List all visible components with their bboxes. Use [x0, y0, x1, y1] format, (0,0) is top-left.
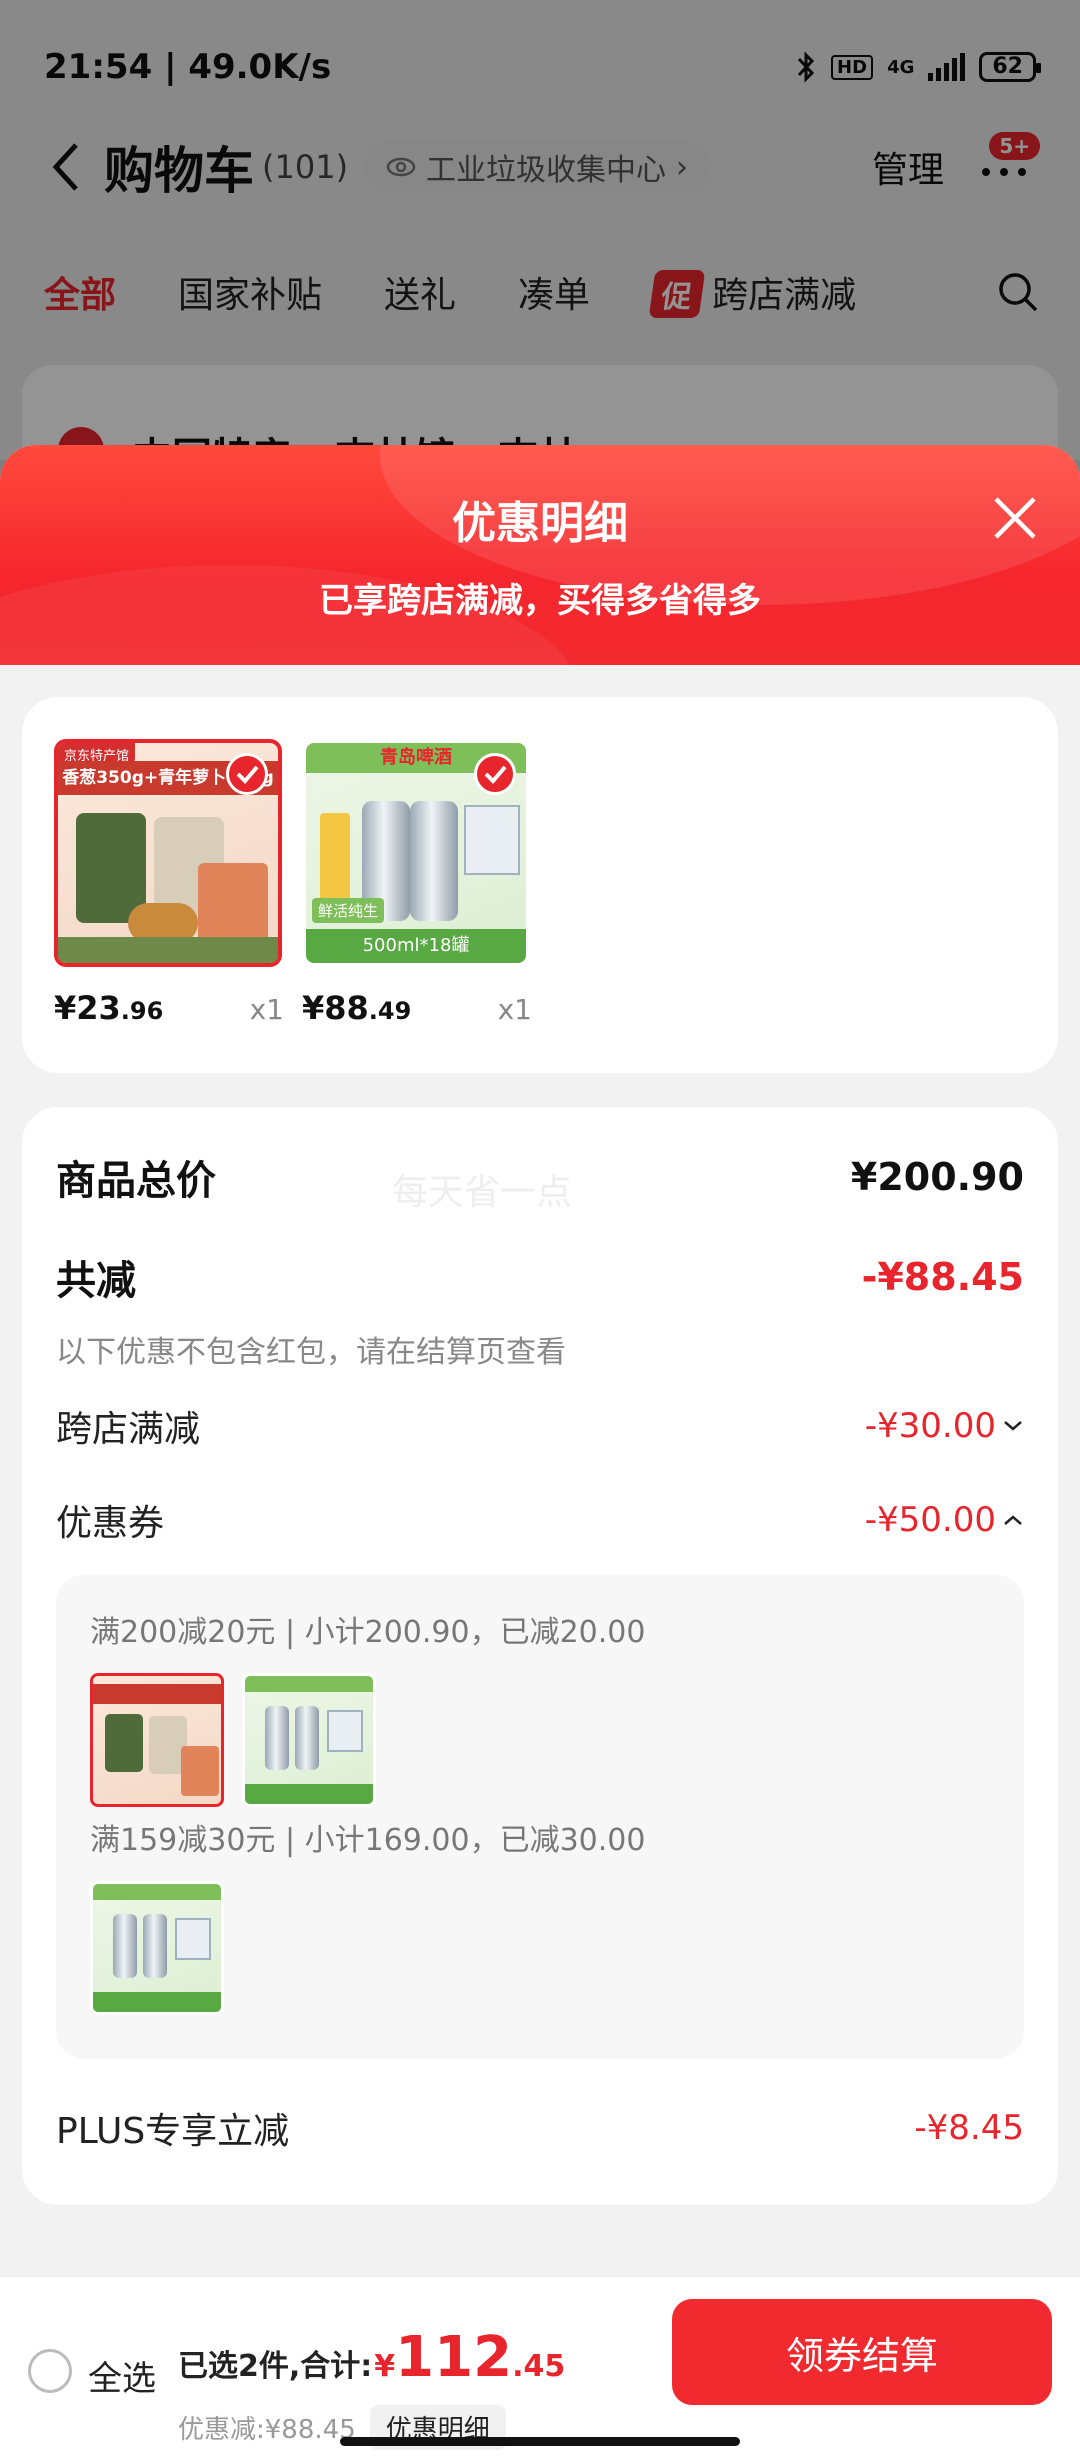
discount-text: 优惠减:¥88.45 — [178, 2415, 356, 2445]
discount-detail-card: 商品总价 ¥200.90 每天省一点 共减 -¥88.45 以下优惠不包含红包，… — [22, 1107, 1058, 2205]
product-quantity: x1 — [249, 993, 284, 1026]
sheet-subtitle: 已享跨店满减，买得多省得多 — [319, 581, 761, 621]
total-reduce-value: -¥88.45 — [861, 1255, 1024, 1299]
product-price: ¥88.49 — [302, 989, 411, 1027]
thumb-band — [245, 1784, 373, 1804]
plus-discount-row: PLUS专享立减 -¥8.45 — [56, 2093, 1024, 2163]
beer-can — [265, 1706, 289, 1770]
cross-store-value: -¥30.00 — [864, 1406, 996, 1446]
product-thumbnail[interactable] — [242, 1673, 376, 1807]
chevron-up-icon — [1004, 1515, 1022, 1525]
food-photo — [181, 1746, 219, 1796]
cart-page-background: 21:54 | 49.0K/s HD 4G 62 购物车 (101) 工业垃圾收… — [0, 0, 1080, 525]
price-decimal: .96 — [120, 997, 164, 1025]
total-summary: 已选2件,合计: ¥ 112 .45 — [178, 2325, 565, 2390]
coupon-rule: 满200减20元 | 小计200.90，已减20.00 — [90, 1615, 646, 1650]
product-item[interactable]: 青岛啤酒 鲜活纯生 500ml*18罐 ¥88.49 x1 — [302, 739, 532, 1027]
total-reduce-row: 共减 -¥88.45 — [56, 1237, 1024, 1317]
product-image[interactable]: 京东特产馆 香葱350g+青年萝卜400g — [54, 739, 282, 967]
thumb-band — [93, 1684, 221, 1704]
beer-can — [113, 1914, 137, 1978]
product-band: 500ml*18罐 — [306, 929, 526, 963]
checkout-button[interactable]: 领券结算 — [672, 2299, 1052, 2405]
select-all-label[interactable]: 全选 — [88, 2351, 156, 2400]
thumb-band — [93, 1884, 221, 1900]
coupon-row[interactable]: 优惠券 -¥50.00 — [56, 1485, 1024, 1555]
product-bag — [105, 1714, 143, 1772]
total-decimal: .45 — [512, 2349, 566, 2384]
product-thumbnail[interactable] — [90, 1673, 224, 1807]
beer-can — [410, 801, 458, 921]
home-indicator[interactable] — [340, 2437, 740, 2446]
coupon-label: 优惠券 — [56, 1503, 165, 1544]
selected-products-card: 京东特产馆 香葱350g+青年萝卜400g ¥23.96 x1 青岛啤酒 鲜活纯… — [22, 697, 1058, 1073]
cross-store-value-wrap[interactable]: -¥30.00 — [865, 1406, 1024, 1446]
cross-store-row[interactable]: 跨店满减 -¥30.00 — [56, 1391, 1024, 1461]
thumb-band — [245, 1676, 373, 1692]
product-bottom-band — [58, 937, 278, 963]
total-reduce-label: 共减 — [56, 1258, 136, 1304]
total-price-value: ¥200.90 — [850, 1155, 1024, 1199]
discount-detail-sheet: 优惠明细 已享跨店满减，买得多省得多 京东特产馆 香葱350g+青年萝卜400g… — [0, 445, 1080, 2460]
sheet-header: 优惠明细 已享跨店满减，买得多省得多 — [0, 445, 1080, 825]
beer-case — [464, 805, 520, 875]
total-integer: 112 — [395, 2325, 513, 2390]
product-price: ¥23.96 — [54, 989, 163, 1027]
checkmark-icon[interactable] — [474, 753, 516, 795]
product-item[interactable]: 京东特产馆 香葱350g+青年萝卜400g ¥23.96 x1 — [54, 739, 284, 1027]
price-int: ¥23 — [54, 989, 121, 1027]
coupon-breakdown: 满200减20元 | 小计200.90，已减20.00 满159减30元 | 小… — [56, 1575, 1024, 2059]
beer-case — [175, 1918, 211, 1960]
price-int: ¥88 — [302, 989, 369, 1027]
plus-discount-value: -¥8.45 — [914, 2108, 1024, 2148]
product-thumbnail[interactable] — [90, 1881, 224, 2015]
summary-prefix: 已选2件,合计: — [178, 2349, 373, 2384]
checkout-bar: 全选 已选2件,合计: ¥ 112 .45 优惠减:¥88.45 优惠明细 领券… — [0, 2276, 1080, 2460]
food-photo — [198, 863, 268, 943]
plus-discount-label: PLUS专享立减 — [56, 2111, 290, 2152]
total-price-label: 商品总价 — [56, 1158, 216, 1204]
modal-overlay[interactable] — [0, 0, 1080, 460]
sheet-title: 优惠明细 — [452, 498, 628, 549]
beer-can — [295, 1706, 319, 1770]
coupon-rule: 满159减30元 | 小计169.00，已减30.00 — [90, 1823, 646, 1858]
reduce-note: 以下优惠不包含红包，请在结算页查看 — [56, 1335, 566, 1370]
checkmark-icon[interactable] — [226, 753, 268, 795]
product-image[interactable]: 青岛啤酒 鲜活纯生 500ml*18罐 — [302, 739, 530, 967]
watermark-text: 每天省一点 — [392, 1172, 573, 1213]
beer-case — [327, 1710, 363, 1752]
coupon-value: -¥50.00 — [864, 1500, 996, 1540]
side-tag: 鲜活纯生 — [312, 898, 385, 923]
price-decimal: .49 — [368, 997, 412, 1025]
currency-symbol: ¥ — [374, 2349, 396, 2384]
coupon-value-wrap[interactable]: -¥50.00 — [865, 1500, 1024, 1540]
chevron-down-icon — [1004, 1421, 1022, 1431]
select-all-checkbox[interactable] — [28, 2349, 72, 2393]
cross-store-label: 跨店满减 — [56, 1409, 201, 1450]
beer-can — [143, 1914, 167, 1978]
close-icon[interactable] — [990, 493, 1040, 543]
thumb-band — [93, 1992, 221, 2012]
product-quantity: x1 — [497, 993, 532, 1026]
